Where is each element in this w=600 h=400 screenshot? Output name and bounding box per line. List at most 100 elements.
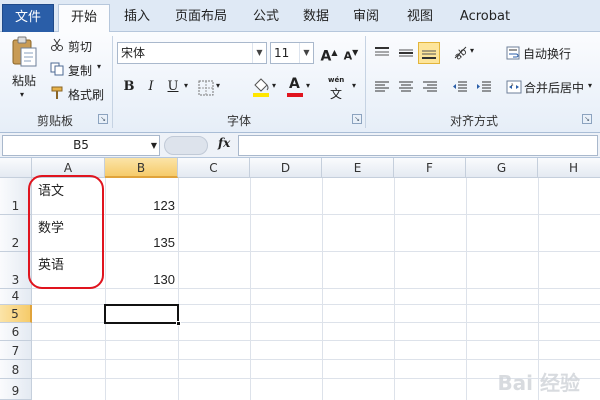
tab-insert[interactable]: 插入 [116,4,158,32]
cell-a2[interactable]: 数学 [38,217,64,236]
border-icon[interactable] [198,80,214,96]
tab-data[interactable]: 数据 [296,4,336,32]
alignment-launcher-icon[interactable]: ↘ [582,114,592,124]
cut-button[interactable]: 剪切 [68,38,92,55]
decrease-indent-icon[interactable] [452,80,468,94]
column-header-g[interactable]: G [466,158,538,178]
font-color-dropdown-arrow[interactable]: ▾ [306,81,310,90]
phonetic-guide-button[interactable]: wén 文 [326,76,350,101]
row-header-1[interactable]: 1 [0,178,32,215]
column-header-f[interactable]: F [394,158,466,178]
paste-label: 粘贴 [12,74,37,88]
tab-review[interactable]: 审阅 [346,4,386,32]
format-painter-button[interactable]: 格式刷 [68,86,104,103]
paste-button[interactable]: 粘贴 ▾ [6,36,42,106]
font-color-button[interactable]: A [286,76,304,98]
ribbon-tab-bar: 文件 开始 插入 页面布局 公式 数据 审阅 视图 Acrobat [0,0,600,33]
merge-center-icon: a [506,80,522,94]
cell-a1[interactable]: 语文 [38,180,64,199]
row-header-7[interactable]: 7 [0,341,32,360]
wrap-text-icon [506,46,520,60]
worksheet-grid: A B C D E F G H 1 2 3 4 5 6 7 8 9 语文 123… [0,158,600,400]
align-center-icon[interactable] [398,80,414,94]
shrink-font-button[interactable]: A▼ [340,42,362,64]
merge-center-button[interactable]: 合并后居中 [524,79,584,96]
font-name-select[interactable]: 宋体 ▼ [117,42,267,64]
cell-b1[interactable]: 123 [105,198,175,213]
grow-font-button[interactable]: A▲ [318,42,340,65]
ribbon-home: 粘贴 ▾ 剪切 复制 ▾ 格式刷 剪贴板 ↘ 宋体 ▼ 11 ▼ A▲ A▼ B… [0,32,600,133]
align-right-icon[interactable] [422,80,438,94]
orientation-dropdown-arrow[interactable]: ▾ [470,46,474,55]
insert-function-icon[interactable]: fx [218,136,230,150]
tab-acrobat[interactable]: Acrobat [454,4,516,32]
fill-handle[interactable] [176,321,181,326]
name-box[interactable]: B5 ▼ [2,135,160,156]
align-left-icon[interactable] [374,80,390,94]
italic-button[interactable]: I [140,76,162,98]
copy-dropdown-arrow[interactable]: ▾ [97,62,101,71]
grow-font-icon: A [320,48,332,65]
align-bottom-icon [422,50,436,59]
font-launcher-icon[interactable]: ↘ [352,114,362,124]
cell-a3[interactable]: 英语 [38,254,64,273]
fill-color-icon[interactable] [252,76,270,98]
row-header-2[interactable]: 2 [0,215,32,252]
watermark: Bai 经验 [497,371,580,395]
tab-formulas[interactable]: 公式 [246,4,286,32]
row-header-3[interactable]: 3 [0,252,32,289]
font-color-icon: A [289,76,300,92]
align-middle-icon[interactable] [398,46,414,60]
cell-b2[interactable]: 135 [105,235,175,250]
active-cell-b5[interactable] [104,304,181,326]
chevron-down-icon: ▼ [150,141,157,150]
column-header-d[interactable]: D [250,158,322,178]
underline-button[interactable]: U [162,76,184,98]
font-color-bar [287,93,303,97]
column-header-c[interactable]: C [178,158,250,178]
group-divider [112,36,113,128]
formula-bar: B5 ▼ fx [0,133,600,158]
copy-icon [50,62,64,76]
font-name-value: 宋体 [121,46,146,60]
merge-center-dropdown-arrow[interactable]: ▾ [588,81,592,90]
row-header-9[interactable]: 9 [0,379,32,400]
column-header-h[interactable]: H [538,158,600,178]
phonetic-glyph: 文 [330,87,343,101]
select-all-corner[interactable] [0,158,32,178]
column-header-a[interactable]: A [32,158,105,178]
row-header-4[interactable]: 4 [0,289,32,305]
tab-page-layout[interactable]: 页面布局 [166,4,236,32]
phonetic-label: wén [328,76,345,84]
tab-file[interactable]: 文件 [2,4,54,32]
clipboard-launcher-icon[interactable]: ↘ [98,114,108,124]
format-painter-icon [51,86,63,99]
chevron-down-icon: ▼ [299,43,313,63]
shrink-font-icon: A [343,49,353,63]
cell-b3[interactable]: 130 [105,272,175,287]
row-header-8[interactable]: 8 [0,360,32,379]
wrap-text-button[interactable]: 自动换行 [523,45,571,62]
font-size-select[interactable]: 11 ▼ [270,42,314,64]
copy-button[interactable]: 复制 [68,62,92,79]
name-box-value: B5 [73,138,89,152]
formula-input[interactable] [238,135,598,156]
row-header-5[interactable]: 5 [0,305,32,323]
border-dropdown-arrow[interactable]: ▾ [216,81,220,90]
increase-indent-icon[interactable] [476,80,492,94]
phonetic-dropdown-arrow[interactable]: ▾ [352,81,356,90]
tab-view[interactable]: 视图 [400,4,440,32]
chevron-down-icon: ▼ [252,43,266,63]
formula-bar-splitter[interactable] [164,136,208,155]
tab-home[interactable]: 开始 [58,4,110,33]
bold-button[interactable]: B [118,76,140,98]
underline-dropdown-arrow[interactable]: ▾ [184,81,188,90]
orientation-icon[interactable]: ab [452,44,468,60]
align-bottom-button[interactable] [418,42,440,64]
fill-color-dropdown-arrow[interactable]: ▾ [272,81,276,90]
align-top-icon[interactable] [374,46,390,60]
column-header-b[interactable]: B [105,158,178,178]
paste-dropdown-arrow[interactable]: ▾ [20,90,24,99]
column-header-e[interactable]: E [322,158,394,178]
row-header-6[interactable]: 6 [0,323,32,341]
